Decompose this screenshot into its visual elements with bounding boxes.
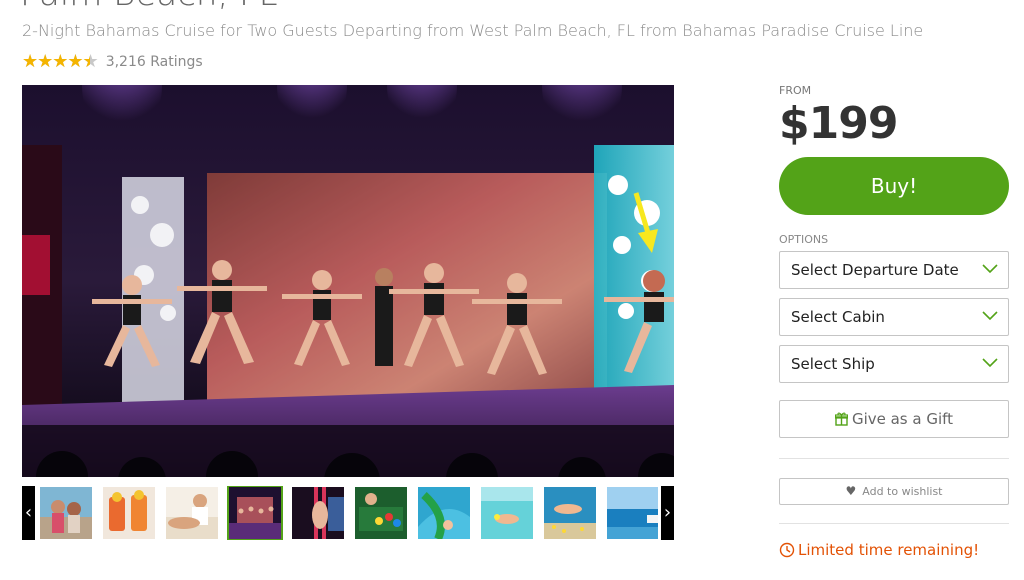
limited-time-text: Limited time remaining!: [798, 541, 980, 559]
chevron-down-icon: [982, 311, 998, 321]
thumb-cocktails-image: [103, 487, 155, 539]
gift-icon: [834, 412, 848, 426]
select-cabin[interactable]: Select Cabin: [779, 298, 1009, 336]
carousel-next-button[interactable]: ›: [661, 486, 674, 540]
stage-show-photo: [22, 85, 674, 477]
hero-image-stage-show[interactable]: [22, 85, 674, 477]
carousel-prev-button[interactable]: ‹: [22, 486, 35, 540]
price-value: $199: [779, 98, 898, 149]
star-rating-filled: ★★★★★: [22, 52, 90, 72]
limited-time-notice: Limited time remaining!: [779, 541, 979, 559]
thumb-cocktails[interactable]: [103, 487, 155, 539]
thumb-water-slide[interactable]: [418, 487, 470, 539]
buy-button[interactable]: Buy!: [779, 157, 1009, 215]
divider: [779, 458, 1009, 459]
heart-icon: ♥: [845, 484, 857, 498]
thumb-stage-show[interactable]: [227, 486, 283, 540]
add-to-wishlist-label: Add to wishlist: [862, 485, 943, 498]
select-departure-date-label: Select Departure Date: [791, 261, 959, 279]
thumb-snorkeling[interactable]: [481, 487, 533, 539]
thumb-water-slide-image: [418, 487, 470, 539]
thumb-spa-massage-image: [166, 487, 218, 539]
thumb-casino-table-image: [355, 487, 407, 539]
thumbnail-list: [40, 486, 658, 540]
thumb-women-on-deck-image: [40, 487, 92, 539]
select-departure-date[interactable]: Select Departure Date: [779, 251, 1009, 289]
thumb-ocean-view-image: [607, 487, 658, 539]
give-as-gift-button[interactable]: Give as a Gift: [779, 400, 1009, 438]
thumb-ocean-view[interactable]: [607, 487, 658, 539]
chevron-down-icon: [982, 264, 998, 274]
thumb-stage-show-image: [229, 487, 281, 539]
page-title: Palm Beach, FL: [20, 0, 278, 14]
thumb-casino-table[interactable]: [355, 487, 407, 539]
thumb-women-on-deck[interactable]: [40, 487, 92, 539]
divider: [779, 523, 1009, 524]
options-label: OPTIONS: [779, 233, 829, 246]
chevron-down-icon: [982, 358, 998, 368]
thumb-aerial-dancer-image: [292, 487, 344, 539]
price-from-label: FROM: [779, 84, 812, 97]
deal-subtitle: 2-Night Bahamas Cruise for Two Guests De…: [22, 21, 924, 40]
thumb-aerial-dancer[interactable]: [292, 487, 344, 539]
thumbnail-carousel: ‹ ›: [22, 486, 674, 540]
thumb-diver-fish[interactable]: [544, 487, 596, 539]
clock-icon: [779, 542, 795, 558]
rating-count[interactable]: 3,216 Ratings: [106, 54, 203, 70]
select-cabin-label: Select Cabin: [791, 308, 885, 326]
rating-summary[interactable]: ★★★★★ ★★★★★ 3,216 Ratings: [22, 52, 203, 72]
thumb-snorkeling-image: [481, 487, 533, 539]
select-ship[interactable]: Select Ship: [779, 345, 1009, 383]
thumb-spa-massage[interactable]: [166, 487, 218, 539]
star-rating: ★★★★★ ★★★★★: [22, 52, 99, 72]
thumb-diver-fish-image: [544, 487, 596, 539]
give-as-gift-label: Give as a Gift: [851, 410, 954, 428]
add-to-wishlist-button[interactable]: ♥ Add to wishlist: [779, 478, 1009, 505]
select-ship-label: Select Ship: [791, 355, 875, 373]
